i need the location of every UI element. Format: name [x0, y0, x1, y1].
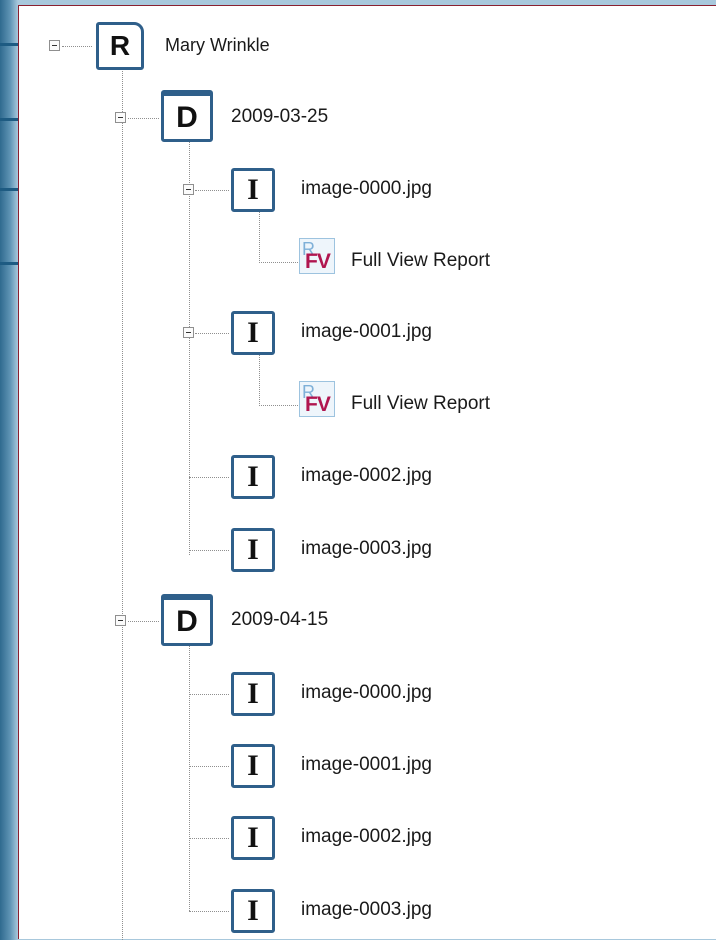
tree-line [189, 838, 229, 839]
tree-line [189, 766, 229, 767]
study-icon[interactable]: D [161, 90, 213, 142]
record-icon[interactable]: R [96, 22, 144, 70]
collapse-toggle-study-1[interactable] [115, 112, 126, 123]
tree-node-image-label[interactable]: image-0001.jpg [301, 753, 432, 777]
collapse-toggle-study-2[interactable] [115, 615, 126, 626]
study-icon[interactable]: D [161, 594, 213, 646]
tree-line [195, 190, 229, 191]
collapse-toggle-root[interactable] [49, 40, 60, 51]
tree-line [128, 118, 159, 119]
tree-node-image-label[interactable]: image-0002.jpg [301, 825, 432, 849]
image-icon[interactable]: I [231, 672, 275, 716]
tree-line [189, 636, 190, 911]
tree-node-root-label[interactable]: Mary Wrinkle [165, 33, 270, 57]
collapse-toggle-image[interactable] [183, 327, 194, 338]
full-view-report-icon[interactable]: R FV [299, 381, 335, 417]
tree-node-image-label[interactable]: image-0000.jpg [301, 681, 432, 705]
full-view-report-icon[interactable]: R FV [299, 238, 335, 274]
tree-line [189, 133, 190, 555]
image-icon[interactable]: I [231, 528, 275, 572]
image-icon[interactable]: I [231, 744, 275, 788]
tree-panel: R Mary Wrinkle D 2009-03-25 I image-0000… [18, 5, 716, 940]
tree-line [189, 550, 229, 551]
tree-line [189, 911, 229, 912]
tree-node-study-label[interactable]: 2009-04-15 [231, 608, 328, 632]
tree-line [189, 477, 229, 478]
tree-node-image-label[interactable]: image-0003.jpg [301, 898, 432, 922]
tree-node-report-label[interactable]: Full View Report [351, 249, 490, 273]
image-icon[interactable]: I [231, 311, 275, 355]
image-icon[interactable]: I [231, 816, 275, 860]
tree-node-report-label[interactable]: Full View Report [351, 392, 490, 416]
tree-line [128, 621, 159, 622]
tree-node-image-label[interactable]: image-0001.jpg [301, 320, 432, 344]
tree-line [62, 46, 92, 47]
tree-node-image-label[interactable]: image-0000.jpg [301, 177, 432, 201]
collapse-toggle-image[interactable] [183, 184, 194, 195]
tree-line [122, 56, 123, 940]
tree-line [195, 333, 229, 334]
tree-node-image-label[interactable]: image-0002.jpg [301, 464, 432, 488]
image-icon[interactable]: I [231, 168, 275, 212]
tree-node-image-label[interactable]: image-0003.jpg [301, 537, 432, 561]
tree-line [259, 262, 298, 263]
image-icon[interactable]: I [231, 889, 275, 933]
image-icon[interactable]: I [231, 455, 275, 499]
tree-line [189, 694, 229, 695]
tree-line [259, 405, 298, 406]
tree-node-study-label[interactable]: 2009-03-25 [231, 105, 328, 129]
